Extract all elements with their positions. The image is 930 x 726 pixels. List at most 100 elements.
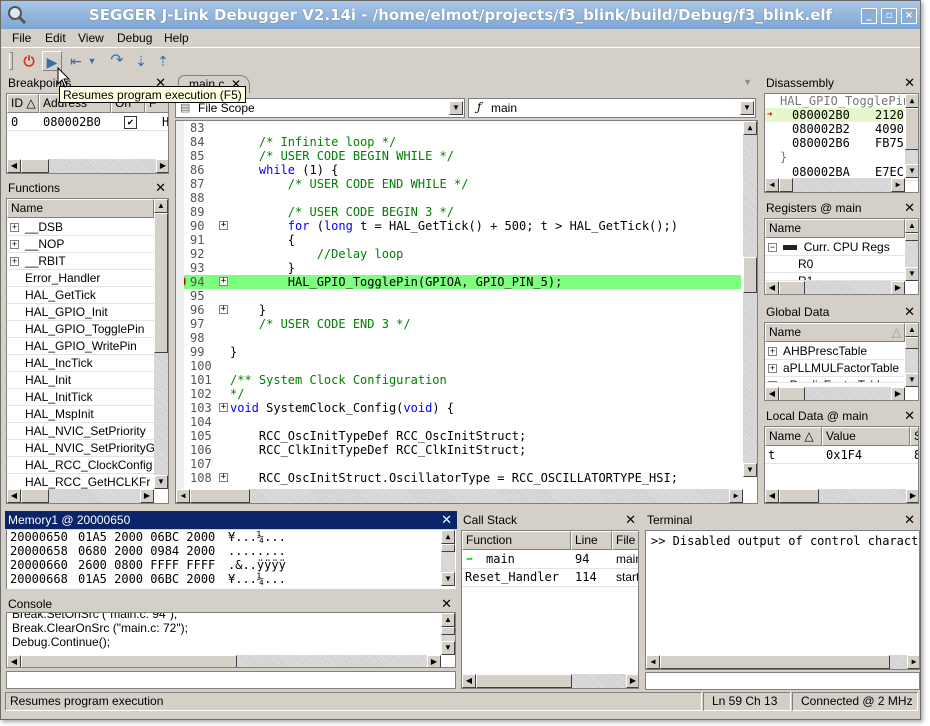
scroll-down-button[interactable]: ▼	[441, 572, 455, 586]
scroll-thumb[interactable]	[779, 489, 819, 503]
code-line[interactable]: 104	[176, 415, 741, 429]
vertical-scrollbar[interactable]: ▲ ▼	[441, 613, 455, 655]
step-into-icon[interactable]: ⇣	[131, 51, 151, 71]
memory-ascii[interactable]: ¥...¼...	[228, 572, 286, 586]
global-variable-item[interactable]: + AHBPrescTable	[765, 343, 904, 360]
vertical-scrollbar[interactable]: ▲ ▼	[905, 94, 918, 178]
memory-row[interactable]: 20000660 2600 0800 FFFF FFFF .&..ÿÿÿÿ	[7, 558, 440, 572]
expand-icon[interactable]: +	[219, 277, 228, 286]
code-line[interactable]: 87 /* USER CODE END WHILE */	[176, 177, 741, 191]
expand-icon[interactable]: +	[10, 240, 19, 250]
scroll-thumb[interactable]	[660, 655, 890, 669]
column-function[interactable]: Function	[462, 531, 571, 550]
scroll-right-button[interactable]: ▶	[906, 489, 918, 503]
scroll-down-button[interactable]: ▼	[154, 475, 168, 489]
code-line[interactable]: 84 /* Infinite loop */	[176, 135, 741, 149]
code-line[interactable]: 105 RCC_OscInitTypeDef RCC_OscInitStruct…	[176, 429, 741, 443]
horizontal-scrollbar[interactable]: ◀ ▶	[765, 281, 905, 294]
function-item[interactable]: + __NOP	[7, 236, 154, 253]
callstack-row[interactable]: ➡ main 94 main	[462, 551, 638, 569]
code-line[interactable]: 91 {	[176, 233, 741, 247]
scroll-thumb[interactable]	[779, 281, 805, 294]
scroll-left-button[interactable]: ◀	[765, 281, 779, 294]
scroll-thumb[interactable]	[476, 674, 572, 688]
vertical-scrollbar[interactable]: ▲ ▼	[905, 323, 918, 387]
column-name[interactable]: Name	[765, 219, 905, 238]
memory-row[interactable]: 20000650 01A5 2000 06BC 2000 ¥...¼...	[7, 530, 440, 544]
tab-list-dropdown-icon[interactable]: ▼	[743, 77, 752, 87]
expand-icon[interactable]: +	[768, 381, 777, 382]
disassembly-row[interactable]: 080002B2 4090F	[765, 122, 911, 136]
scroll-thumb[interactable]	[779, 387, 805, 400]
function-item[interactable]: HAL_MspInit	[7, 406, 154, 423]
code-line[interactable]: 85 /* USER CODE BEGIN WHILE */	[176, 149, 741, 163]
horizontal-scrollbar[interactable]: ◀ ▶	[765, 387, 905, 400]
scroll-down-button[interactable]: ▼	[743, 463, 757, 477]
scroll-down-button[interactable]: ▼	[905, 164, 918, 178]
scroll-thumb[interactable]	[905, 108, 918, 150]
power-icon[interactable]: ⏻	[19, 51, 39, 71]
code-line[interactable]: 93 }	[176, 261, 741, 275]
scroll-thumb[interactable]	[21, 489, 49, 503]
scroll-up-button[interactable]: ▲	[905, 219, 918, 233]
column-file[interactable]: File	[612, 531, 638, 550]
scroll-left-button[interactable]: ◀	[7, 489, 21, 503]
chevron-down-icon[interactable]: ▼	[740, 101, 754, 115]
column-value[interactable]: Value	[822, 427, 910, 446]
scroll-right-button[interactable]: ▶	[427, 655, 441, 667]
disassembly-row[interactable]: ➜ 080002B0 2120	[765, 108, 904, 122]
current-code-line[interactable]: 94 + HAL_GPIO_TogglePin(GPIOA, GPIO_PIN_5…	[176, 275, 741, 289]
scroll-left-button[interactable]: ◀	[462, 674, 476, 688]
scroll-thumb[interactable]	[154, 213, 168, 353]
chevron-down-icon[interactable]: ▼	[449, 101, 463, 115]
memory-ascii[interactable]: ¥...¼...	[228, 530, 286, 544]
column-name[interactable]: Name	[7, 199, 154, 218]
menu-file[interactable]: File	[12, 31, 31, 45]
scroll-right-button[interactable]: ▶	[626, 674, 638, 688]
column-id[interactable]: ID △	[7, 94, 39, 113]
scroll-right-button[interactable]: ▶	[891, 387, 905, 400]
console-input[interactable]	[6, 671, 456, 689]
memory-row[interactable]: 20000658 0680 2000 0984 2000........	[7, 544, 440, 558]
function-item[interactable]: Error_Handler	[7, 270, 154, 287]
memory-hex[interactable]: 01A5 2000 06BC 2000	[78, 530, 215, 544]
function-item[interactable]: HAL_GPIO_Init	[7, 304, 154, 321]
step-out-icon[interactable]: ⇡	[153, 51, 173, 71]
expand-icon[interactable]: +	[219, 305, 228, 314]
expand-icon[interactable]: +	[10, 257, 19, 267]
code-line[interactable]: 96 + }	[176, 303, 741, 317]
horizontal-scrollbar[interactable]: ◀ ▶	[7, 655, 441, 667]
maximize-button[interactable]: ▫	[881, 8, 897, 24]
code-editor[interactable]: 83 84 /* Infinite loop */85 /* USER CODE …	[175, 120, 758, 504]
function-item[interactable]: HAL_RCC_ClockConfig	[7, 457, 154, 474]
scroll-thumb[interactable]	[905, 233, 918, 241]
function-item[interactable]: HAL_NVIC_SetPriority	[7, 423, 154, 440]
expand-icon[interactable]: +	[219, 403, 228, 412]
horizontal-scrollbar[interactable]: ◀ ▶	[462, 674, 638, 688]
global-variable-item[interactable]: + aPredivFactorTable	[765, 377, 904, 383]
memory-hex[interactable]: 2600 0800 FFFF FFFF	[78, 558, 215, 572]
terminal-input[interactable]	[645, 672, 920, 690]
close-icon[interactable]: ✕	[904, 74, 915, 92]
code-line[interactable]: 108 + RCC_OscInitStruct.OscillatorType = …	[176, 471, 741, 485]
vertical-scrollbar[interactable]: ▲ ▼	[743, 121, 757, 477]
code-line[interactable]: 103 + void SystemClock_Config(void) {	[176, 401, 741, 415]
scroll-left-button[interactable]: ◀	[765, 489, 779, 503]
register-group-row[interactable]: − Curr. CPU Regs	[765, 239, 918, 256]
expand-icon[interactable]: +	[219, 473, 228, 482]
memory-row[interactable]: 20000668 01A5 2000 06BC 2000 ¥...¼...	[7, 572, 440, 586]
horizontal-scrollbar[interactable]: ◀ ▶	[646, 655, 919, 669]
memory-ascii[interactable]: .&..ÿÿÿÿ	[228, 558, 286, 572]
expand-icon[interactable]: +	[768, 364, 777, 374]
scroll-down-button[interactable]: ▼	[905, 267, 918, 281]
close-icon[interactable]: ✕	[904, 199, 915, 217]
code-line[interactable]: 107	[176, 457, 741, 471]
scroll-left-button[interactable]: ◀	[765, 387, 779, 400]
column-name[interactable]: Name △	[765, 323, 905, 342]
scroll-left-button[interactable]: ◀	[7, 655, 21, 667]
scroll-right-button[interactable]: ▶	[891, 178, 905, 192]
close-icon[interactable]: ✕	[441, 595, 452, 613]
function-item[interactable]: HAL_GPIO_TogglePin	[7, 321, 154, 338]
code-line[interactable]: 99}	[176, 345, 741, 359]
scroll-right-button[interactable]: ▶	[140, 489, 154, 503]
